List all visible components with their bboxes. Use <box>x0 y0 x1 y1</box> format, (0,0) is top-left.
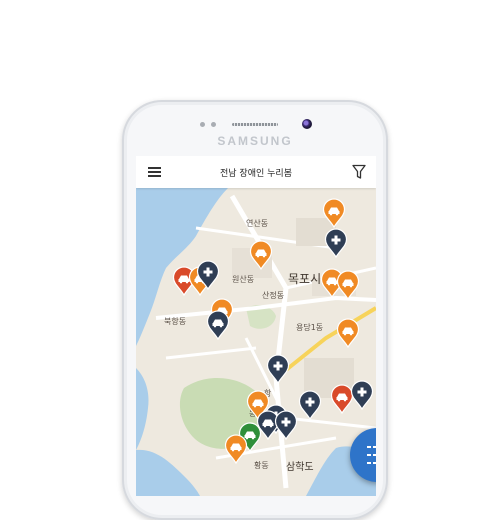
label-samhakdo: 삼학도 <box>286 462 314 473</box>
earpiece-speaker <box>232 123 278 126</box>
app-title: 전남 장애인 누리봄 <box>220 168 292 179</box>
sensor-dots <box>200 122 216 127</box>
app-bar: 전남 장애인 누리봄 <box>136 156 376 188</box>
transport-marker[interactable] <box>336 318 360 348</box>
label-hwangdong: 황동 <box>254 461 269 470</box>
list-icon <box>367 446 376 464</box>
medical-marker[interactable] <box>324 228 348 258</box>
transport-marker[interactable] <box>336 270 360 300</box>
label-mokpo: 목포시 <box>288 272 322 286</box>
device-brand: SAMSUNG <box>217 134 293 148</box>
menu-button[interactable] <box>148 166 161 177</box>
front-camera <box>302 119 312 129</box>
label-bukhang: 북항동 <box>164 317 187 326</box>
map-view[interactable]: 연산동 목포시 원산동 산정동 북항동 용당1동 동 황동 삼학도 항 <box>136 188 376 496</box>
filter-icon[interactable] <box>352 164 366 180</box>
transport-marker[interactable] <box>206 310 230 340</box>
transport-marker[interactable] <box>224 434 248 464</box>
label-yeonsan: 연산동 <box>246 219 269 228</box>
transport-marker[interactable] <box>322 198 346 228</box>
app-screen: 전남 장애인 누리봄 연산동 목포시 원산동 산정동 북항동 용당1동 동 황동… <box>136 156 376 496</box>
label-sanjeong: 산정동 <box>262 291 285 300</box>
medical-marker[interactable] <box>350 380 374 410</box>
medical-marker[interactable] <box>196 260 220 290</box>
medical-marker[interactable] <box>274 410 298 440</box>
medical-marker[interactable] <box>266 354 290 384</box>
medical-marker[interactable] <box>298 390 322 420</box>
transport-marker[interactable] <box>249 240 273 270</box>
label-wonsan: 원산동 <box>232 275 255 284</box>
label-yongdang: 용당1동 <box>296 323 324 332</box>
